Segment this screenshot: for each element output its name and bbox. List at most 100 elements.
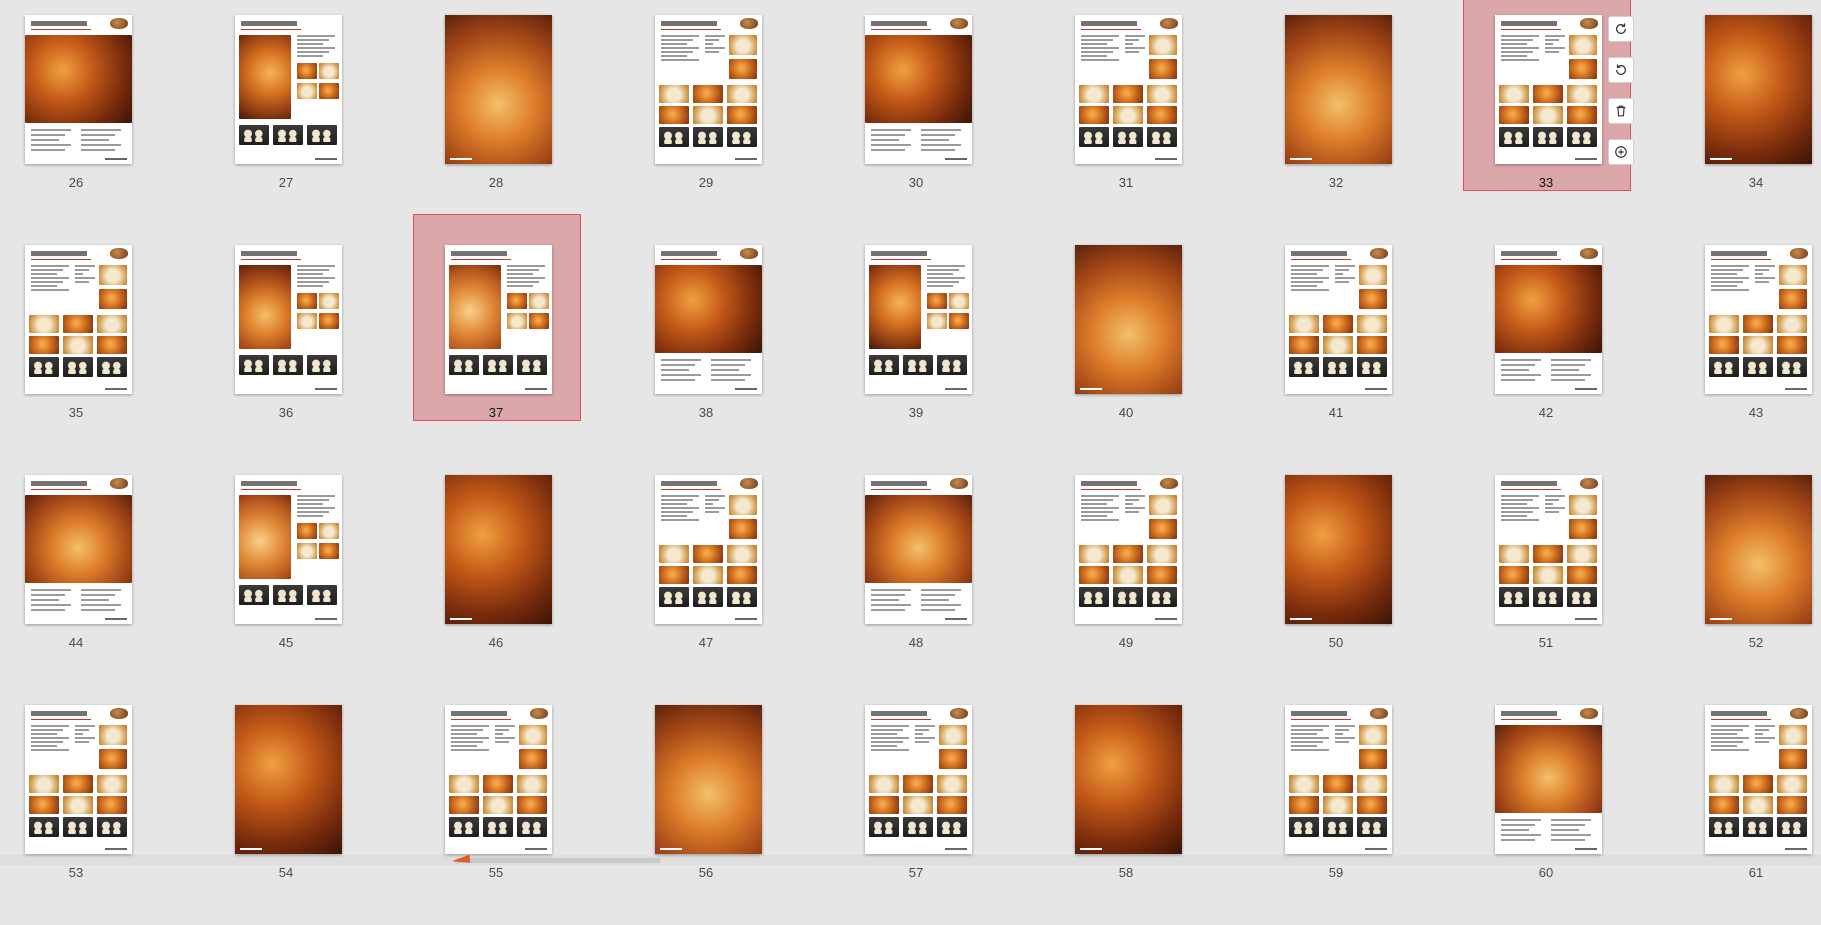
page-preview[interactable] [1705, 475, 1812, 624]
page-thumbnail[interactable]: 46 [420, 475, 572, 695]
page-thumbnail[interactable]: 40 [1050, 245, 1202, 465]
page-thumbnail[interactable]: 55 [420, 705, 572, 925]
page-thumbnail[interactable]: 61 [1680, 705, 1821, 925]
page-preview[interactable] [1075, 245, 1182, 394]
step-photo [1567, 106, 1597, 124]
step-photo [1113, 127, 1143, 147]
text-line [1711, 277, 1749, 279]
page-preview[interactable] [445, 705, 552, 854]
page-preview[interactable] [445, 475, 552, 624]
step-photo [29, 357, 59, 377]
page-thumbnail[interactable]: 56 [630, 705, 782, 925]
page-thumbnail[interactable]: 44 [0, 475, 152, 695]
page-preview[interactable] [445, 15, 552, 164]
page-thumbnail[interactable]: 38 [630, 245, 782, 465]
page-thumbnail[interactable]: 29 [630, 15, 782, 235]
text-line [507, 265, 545, 267]
page-number-label: 56 [698, 865, 714, 880]
page-thumbnail[interactable]: 33 [1463, 0, 1631, 235]
step-photo [307, 585, 337, 605]
text-line [31, 149, 65, 151]
page-thumbnail[interactable]: 42 [1470, 245, 1622, 465]
page-preview[interactable] [655, 245, 762, 394]
page-thumbnail[interactable]: 39 [840, 245, 992, 465]
page-preview[interactable] [1495, 15, 1602, 164]
text-line [921, 609, 955, 611]
page-thumbnail[interactable]: 48 [840, 475, 992, 695]
page-preview[interactable] [1495, 475, 1602, 624]
page-preview[interactable] [865, 475, 972, 624]
page-thumbnail[interactable]: 30 [840, 15, 992, 235]
page-preview[interactable] [1495, 245, 1602, 394]
page-thumbnail[interactable]: 35 [0, 245, 152, 465]
step-photo [1533, 566, 1563, 584]
insert-page-button[interactable] [1608, 139, 1634, 165]
page-preview[interactable] [1075, 705, 1182, 854]
page-thumbnail[interactable]: 45 [210, 475, 362, 695]
page-preview[interactable] [235, 245, 342, 394]
page-preview[interactable] [1705, 705, 1812, 854]
text-line [921, 589, 961, 591]
page-preview[interactable] [1285, 705, 1392, 854]
horizontal-scrollbar[interactable] [0, 854, 1821, 866]
delete-page-button[interactable] [1608, 98, 1634, 124]
scrollbar-thumb[interactable] [455, 858, 661, 863]
page-thumbnail[interactable]: 60 [1470, 705, 1622, 925]
page-number-label: 34 [1748, 175, 1764, 190]
page-preview[interactable] [235, 705, 342, 854]
page-preview[interactable] [1285, 475, 1392, 624]
page-preview[interactable] [1705, 245, 1812, 394]
page-thumbnail[interactable]: 58 [1050, 705, 1202, 925]
page-preview[interactable] [655, 15, 762, 164]
page-preview[interactable] [1075, 15, 1182, 164]
text-line [81, 144, 121, 146]
page-preview[interactable] [865, 705, 972, 854]
page-preview[interactable] [1075, 475, 1182, 624]
page-thumbnail[interactable]: 43 [1680, 245, 1821, 465]
page-preview[interactable] [655, 475, 762, 624]
page-thumbnail[interactable]: 52 [1680, 475, 1821, 695]
page-thumbnail[interactable]: 27 [210, 15, 362, 235]
rotate-clockwise-button[interactable] [1608, 16, 1634, 42]
page-preview[interactable] [445, 245, 552, 394]
heading-rule [1291, 259, 1351, 260]
page-preview[interactable] [1495, 705, 1602, 854]
page-thumbnail[interactable]: 36 [210, 245, 362, 465]
page-thumbnail[interactable]: 53 [0, 705, 152, 925]
page-thumbnail[interactable]: 41 [1260, 245, 1412, 465]
text-line [1291, 741, 1323, 743]
page-thumbnail[interactable]: 32 [1260, 15, 1412, 235]
page-thumbnail[interactable]: 49 [1050, 475, 1202, 695]
page-preview[interactable] [235, 15, 342, 164]
text-line [1081, 43, 1107, 45]
page-thumbnail[interactable]: 47 [630, 475, 782, 695]
text-line [1545, 495, 1565, 497]
bread-photo [1705, 475, 1812, 624]
page-thumbnail[interactable]: 28 [420, 15, 572, 235]
page-preview[interactable] [235, 475, 342, 624]
page-preview[interactable] [1705, 15, 1812, 164]
page-preview[interactable] [865, 245, 972, 394]
page-preview[interactable] [655, 705, 762, 854]
page-preview[interactable] [25, 15, 132, 164]
page-thumbnail[interactable]: 37 [413, 214, 581, 465]
page-thumbnail[interactable]: 59 [1260, 705, 1412, 925]
decoration-icon [1790, 248, 1808, 259]
page-thumbnail[interactable]: 50 [1260, 475, 1412, 695]
step-photo [63, 357, 93, 377]
rotate-counterclockwise-button[interactable] [1608, 57, 1634, 83]
page-thumbnail[interactable]: 31 [1050, 15, 1202, 235]
text-line [75, 273, 83, 275]
page-preview[interactable] [1285, 245, 1392, 394]
page-preview[interactable] [25, 245, 132, 394]
page-preview[interactable] [865, 15, 972, 164]
page-preview[interactable] [25, 475, 132, 624]
page-thumbnail[interactable]: 54 [210, 705, 362, 925]
page-thumbnail[interactable]: 57 [840, 705, 992, 925]
page-preview[interactable] [25, 705, 132, 854]
page-preview[interactable] [1285, 15, 1392, 164]
page-thumbnail[interactable]: 51 [1470, 475, 1622, 695]
page-thumbnail[interactable]: 34 [1680, 15, 1821, 235]
page-thumbnail[interactable]: 26 [0, 15, 152, 235]
text-line [507, 277, 545, 279]
